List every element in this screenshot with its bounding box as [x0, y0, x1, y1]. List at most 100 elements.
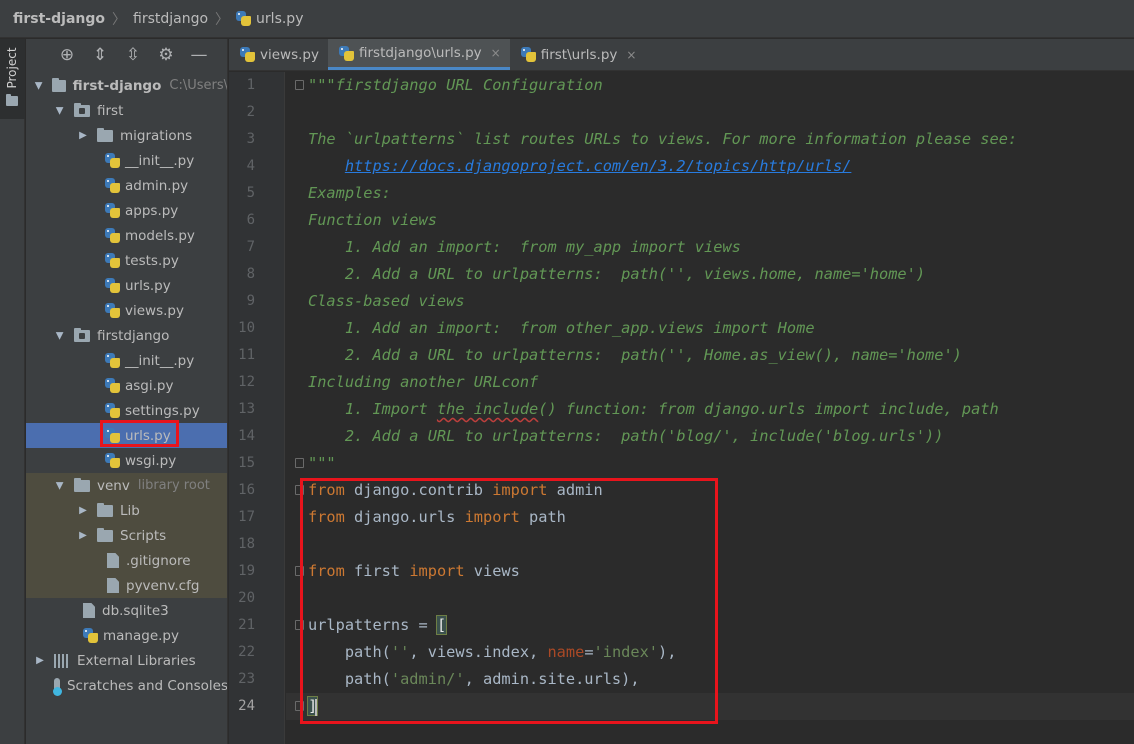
tab-label: views.py — [260, 46, 319, 63]
collapse-all-icon[interactable]: ⇳ — [122, 44, 144, 66]
tree-item-file[interactable]: views.py — [26, 298, 227, 323]
tree-item-file[interactable]: __init__.py — [26, 348, 227, 373]
expand-all-icon[interactable]: ⇕ — [89, 44, 111, 66]
code-line-13: 1. Import the include() function: from d… — [308, 396, 999, 423]
tree-item-file[interactable]: tests.py — [26, 248, 227, 273]
python-file-icon — [105, 403, 120, 418]
tree-item-label: tests.py — [125, 252, 179, 269]
python-file-icon — [105, 353, 120, 368]
breadcrumb-folder[interactable]: firstdjango — [133, 11, 208, 27]
python-file-icon — [105, 303, 120, 318]
project-tool-tab[interactable]: Project — [0, 39, 25, 119]
tree-item-first-django[interactable]: ▶ first-django C:\Users\ — [26, 73, 227, 98]
tree-item-file[interactable]: asgi.py — [26, 373, 227, 398]
spellcheck-warning: the include — [436, 400, 539, 418]
tree-item-label: __init__.py — [125, 352, 195, 369]
tree-item-venv[interactable]: ▶ venv library root — [26, 473, 227, 498]
line-number-gutter[interactable]: 1 2 3 4 5 6 7 8 9 10 11 12 13 14 15 16 1… — [229, 72, 285, 744]
line-number: 13 — [238, 401, 255, 417]
line-number: 17 — [238, 509, 255, 525]
docs-link[interactable]: https://docs.djangoproject.com/en/3.2/to… — [345, 157, 852, 175]
tree-item-file[interactable]: models.py — [26, 223, 227, 248]
tree-item-migrations[interactable]: ▶ migrations — [26, 123, 227, 148]
tree-item-gitignore[interactable]: .gitignore — [26, 548, 227, 573]
tab-views-py[interactable]: views.py — [229, 39, 328, 70]
tree-item-file[interactable]: urls.py — [26, 273, 227, 298]
python-file-icon — [83, 628, 98, 643]
code-editor[interactable]: 1 2 3 4 5 6 7 8 9 10 11 12 13 14 15 16 1… — [229, 72, 1134, 744]
locate-icon[interactable]: ⊕ — [56, 44, 78, 66]
close-icon[interactable]: × — [491, 46, 501, 60]
line-number: 22 — [238, 644, 255, 660]
tree-item-pyvenv[interactable]: pyvenv.cfg — [26, 573, 227, 598]
tree-item-firstdjango[interactable]: ▶ firstdjango — [26, 323, 227, 348]
tree-item-manage[interactable]: manage.py — [26, 623, 227, 648]
tab-firstdjango-urls-py[interactable]: firstdjango\urls.py × — [327, 39, 510, 70]
tree-item-file[interactable]: __init__.py — [26, 148, 227, 173]
tree-item-scripts[interactable]: ▶ Scripts — [26, 523, 227, 548]
tree-item-db[interactable]: db.sqlite3 — [26, 598, 227, 623]
line-number: 9 — [246, 293, 255, 309]
tree-item-label: urls.py — [125, 277, 171, 294]
breadcrumb-project[interactable]: first-django — [13, 11, 105, 27]
close-icon[interactable]: × — [626, 48, 636, 62]
tree-item-lib[interactable]: ▶ Lib — [26, 498, 227, 523]
line-number: 3 — [246, 131, 255, 147]
library-icon — [54, 653, 70, 668]
chevron-right-icon: 〉 — [215, 11, 230, 28]
chevron-right-icon[interactable]: ▶ — [34, 655, 46, 667]
tree-item-label: Lib — [120, 502, 140, 519]
chevron-down-icon[interactable]: ▶ — [54, 330, 66, 342]
tree-item-label: firstdjango — [97, 327, 170, 344]
fold-marker-icon[interactable] — [295, 458, 304, 468]
line-number: 15 — [238, 455, 255, 471]
chevron-down-icon[interactable]: ▶ — [54, 480, 66, 492]
line-number: 5 — [246, 185, 255, 201]
tree-item-label: manage.py — [103, 627, 179, 644]
tree-item-scratches[interactable]: Scratches and Consoles — [26, 673, 227, 698]
tree-item-first[interactable]: ▶ first — [26, 98, 227, 123]
code-line-8: 2. Add a URL to urlpatterns: path('', vi… — [308, 265, 926, 283]
code-line-14: 2. Add a URL to urlpatterns: path('blog/… — [308, 427, 944, 445]
gear-icon[interactable]: ⚙ — [155, 44, 177, 66]
code-line-11: 2. Add a URL to urlpatterns: path('', Ho… — [308, 346, 962, 364]
line-number: 18 — [238, 536, 255, 552]
tree-item-label: models.py — [125, 227, 195, 244]
code-line-15: """ — [308, 454, 336, 472]
chevron-right-icon[interactable]: ▶ — [77, 130, 89, 142]
breadcrumb: first-django 〉 firstdjango 〉 urls.py — [0, 0, 1134, 38]
fold-marker-icon[interactable] — [295, 80, 304, 90]
minimize-icon[interactable]: — — [188, 44, 210, 66]
project-tab-label: Project — [5, 47, 19, 89]
line-number: 19 — [238, 563, 255, 579]
line-number: 4 — [246, 158, 255, 174]
tree-item-file[interactable]: apps.py — [26, 198, 227, 223]
breadcrumb-file[interactable]: urls.py — [256, 11, 303, 27]
line-number: 23 — [238, 671, 255, 687]
line-number: 11 — [238, 347, 255, 363]
chevron-down-icon[interactable]: ▶ — [54, 105, 66, 117]
tree-item-external-libraries[interactable]: ▶ External Libraries — [26, 648, 227, 673]
python-file-icon — [105, 178, 120, 193]
folder-icon — [97, 527, 113, 542]
chevron-right-icon[interactable]: ▶ — [77, 530, 89, 542]
line-number: 1 — [246, 77, 255, 93]
package-folder-icon — [74, 102, 90, 117]
code-line-5: Examples: — [308, 184, 391, 202]
line-number: 8 — [246, 266, 255, 282]
chevron-down-icon[interactable]: ▶ — [33, 80, 45, 90]
code-line-7: 1. Add an import: from my_app import vie… — [308, 238, 741, 256]
python-file-icon — [236, 11, 252, 26]
tree-item-file[interactable]: admin.py — [26, 173, 227, 198]
code-line-9: Class-based views — [308, 292, 465, 310]
tree-item-file[interactable]: wsgi.py — [26, 448, 227, 473]
tab-first-urls-py[interactable]: first\urls.py × — [510, 39, 646, 70]
tree-item-label: Scripts — [120, 527, 167, 544]
python-file-icon — [105, 253, 120, 268]
chevron-right-icon[interactable]: ▶ — [77, 505, 89, 517]
tree-item-label: views.py — [125, 302, 184, 319]
config-file-icon — [107, 578, 119, 593]
line-number: 7 — [246, 239, 255, 255]
line-number: 21 — [238, 617, 255, 633]
